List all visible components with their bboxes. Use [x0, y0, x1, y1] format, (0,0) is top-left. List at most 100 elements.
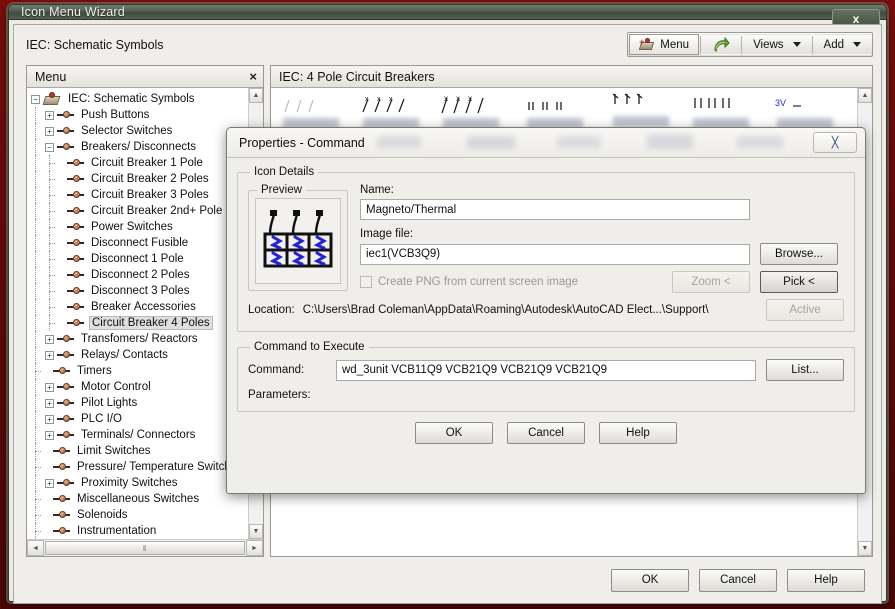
tree-item[interactable]: Disconnect 3 Poles — [31, 283, 248, 299]
tree-horizontal-scrollbar[interactable]: ◄ ‖ ► — [27, 539, 263, 556]
tree-item[interactable]: + Proximity Switches — [31, 475, 248, 491]
tree-item[interactable]: + Push Buttons — [31, 107, 248, 123]
dialog-help-button[interactable]: Help — [599, 422, 677, 444]
tree-item-label: Circuit Breaker 3 Poles — [91, 189, 209, 201]
scroll-left-arrow[interactable]: ◄ — [27, 540, 44, 556]
tree-indent-guide — [31, 507, 41, 523]
image-file-input[interactable]: iec1(VCB3Q9) — [360, 243, 750, 265]
tree-indent-guide — [31, 283, 45, 299]
tree-item[interactable]: Circuit Breaker 4 Poles — [31, 315, 248, 331]
expand-icon[interactable]: + — [45, 334, 54, 344]
scroll-down-arrow[interactable]: ▼ — [249, 524, 263, 539]
tree-item[interactable]: − IEC: Schematic Symbols — [31, 91, 248, 107]
expand-icon[interactable]: + — [45, 414, 54, 424]
hscroll-thumb[interactable]: ‖ — [45, 541, 245, 555]
expand-icon[interactable]: + — [45, 398, 54, 408]
symbol-icon — [52, 460, 72, 474]
dialog-cancel-button[interactable]: Cancel — [507, 422, 585, 444]
list-button[interactable]: List... — [766, 359, 844, 381]
dialog-close-button[interactable]: ╳ — [813, 132, 857, 153]
tree-item[interactable]: + Motor Control — [31, 379, 248, 395]
add-dropdown[interactable]: Add — [813, 34, 871, 55]
tree-indent-guide — [31, 475, 45, 491]
expand-icon[interactable]: + — [45, 126, 54, 136]
name-input[interactable]: Magneto/Thermal — [360, 199, 750, 220]
dialog-button-row: OK Cancel Help — [237, 422, 855, 444]
tree-item[interactable]: Limit Switches — [31, 443, 248, 459]
symbol-icon — [56, 476, 76, 490]
tree-item[interactable]: + Transfomers/ Reactors — [31, 331, 248, 347]
help-button[interactable]: Help — [787, 568, 865, 592]
ok-button[interactable]: OK — [611, 568, 689, 592]
tree-indent-guide — [31, 395, 45, 411]
refresh-button[interactable] — [702, 34, 741, 55]
tree-item[interactable]: Power Switches — [31, 219, 248, 235]
scroll-up-arrow[interactable]: ▲ — [249, 88, 263, 103]
scroll-up-arrow[interactable]: ▲ — [858, 88, 872, 103]
symbol-icon — [56, 108, 76, 122]
tree-item[interactable]: Miscellaneous Switches — [31, 491, 248, 507]
tree-item-label: Power Switches — [91, 221, 173, 233]
tree-item[interactable]: Breaker Accessories — [31, 299, 248, 315]
expand-icon[interactable]: + — [45, 350, 54, 360]
symbol-icon — [56, 412, 76, 426]
tree-item[interactable]: Circuit Breaker 2nd+ Pole — [31, 203, 248, 219]
tree-item[interactable]: − Breakers/ Disconnects — [31, 139, 248, 155]
tree-indent-guide — [45, 155, 55, 171]
active-button[interactable]: Active — [766, 299, 844, 321]
tree-item[interactable]: + Relays/ Contacts — [31, 347, 248, 363]
symbol-icon — [52, 508, 72, 522]
tree-indent-guide — [31, 315, 45, 331]
tree-item[interactable]: Circuit Breaker 2 Poles — [31, 171, 248, 187]
expand-icon[interactable]: + — [45, 382, 54, 392]
menu-panel-close-icon[interactable]: × — [249, 69, 257, 84]
views-dropdown[interactable]: Views — [743, 34, 811, 55]
collapse-icon[interactable]: − — [31, 94, 40, 104]
symbol-tree[interactable]: − IEC: Schematic Symbols + Push Buttons + Sel… — [27, 88, 248, 539]
symbol-icon — [66, 268, 86, 282]
tree-item[interactable]: Timers — [31, 363, 248, 379]
expand-icon[interactable]: + — [45, 110, 54, 120]
tree-item[interactable]: Disconnect 2 Poles — [31, 267, 248, 283]
properties-command-dialog: Properties - Command ╳ Icon Details Prev… — [226, 127, 866, 494]
tree-item[interactable]: Circuit Breaker 1 Pole — [31, 155, 248, 171]
tree-item[interactable]: Circuit Breaker 3 Poles — [31, 187, 248, 203]
scroll-down-arrow[interactable]: ▼ — [858, 541, 872, 556]
tree-item-label: Disconnect 1 Pole — [91, 253, 184, 265]
collapse-icon[interactable]: − — [45, 142, 54, 152]
tree-item-label: Circuit Breaker 1 Pole — [91, 157, 203, 169]
expand-icon[interactable]: + — [45, 478, 54, 488]
zoom-button[interactable]: Zoom < — [672, 271, 750, 293]
cancel-button[interactable]: Cancel — [699, 568, 777, 592]
tree-indent-guide — [31, 155, 45, 171]
browse-button[interactable]: Browse... — [760, 243, 838, 265]
tree-item[interactable]: + Pilot Lights — [31, 395, 248, 411]
menu-button[interactable]: + Menu — [629, 34, 700, 55]
tree-item[interactable]: + Terminals/ Connectors — [31, 427, 248, 443]
expand-icon[interactable]: + — [45, 430, 54, 440]
chevron-down-icon — [792, 42, 801, 47]
symbol-icon — [56, 124, 76, 138]
symbol-icon — [66, 252, 86, 266]
tree-item-label: Terminals/ Connectors — [81, 429, 196, 441]
preview-group: Preview — [248, 184, 348, 291]
tree-indent-guide — [45, 267, 55, 283]
dialog-ok-button[interactable]: OK — [415, 422, 493, 444]
create-png-checkbox[interactable] — [360, 276, 372, 288]
tree-item[interactable]: Pressure/ Temperature Switches — [31, 459, 248, 475]
command-input[interactable]: wd_3unit VCB11Q9 VCB21Q9 VCB21Q9 VCB21Q9 — [336, 359, 756, 381]
add-label: Add — [823, 38, 844, 51]
tree-item[interactable]: Disconnect 1 Pole — [31, 251, 248, 267]
tree-indent-guide — [45, 187, 55, 203]
scroll-right-arrow[interactable]: ► — [246, 540, 263, 556]
tree-item[interactable]: Disconnect Fusible — [31, 235, 248, 251]
toolbar-divider-3 — [811, 36, 813, 53]
tree-item[interactable]: + Selector Switches — [31, 123, 248, 139]
tree-item[interactable]: Solenoids — [31, 507, 248, 523]
pick-button[interactable]: Pick < — [760, 271, 838, 293]
tree-item[interactable]: Instrumentation — [31, 523, 248, 539]
tree-item[interactable]: + PLC I/O — [31, 411, 248, 427]
